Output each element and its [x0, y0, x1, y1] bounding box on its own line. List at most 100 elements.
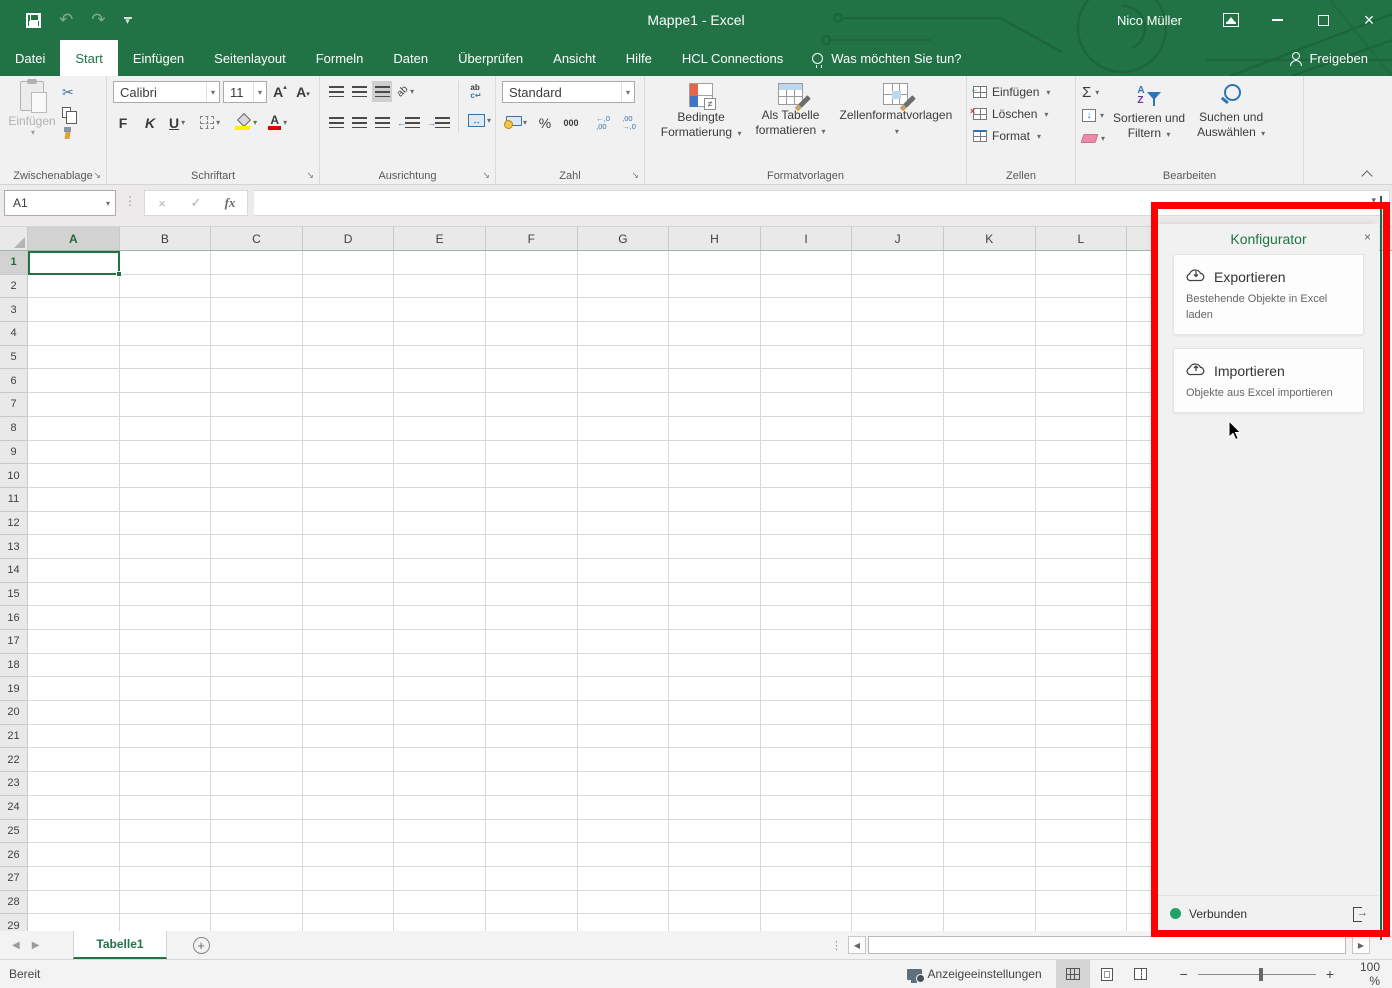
grid-cell-I27[interactable]: [761, 867, 853, 891]
grid-cell-I25[interactable]: [761, 820, 853, 844]
grid-cell-E13[interactable]: [394, 535, 486, 559]
grid-cell-B19[interactable]: [120, 677, 212, 701]
row-header-7[interactable]: 7: [0, 393, 28, 417]
grid-cell-H2[interactable]: [669, 275, 761, 299]
row-header-25[interactable]: 25: [0, 820, 28, 844]
grid-cell-D23[interactable]: [303, 772, 395, 796]
dialog-launcher-icon[interactable]: ↘: [482, 170, 490, 181]
grid-cell-H23[interactable]: [669, 772, 761, 796]
grid-cell-A13[interactable]: [28, 535, 120, 559]
borders-button[interactable]: ▾: [198, 112, 222, 133]
grid-cell-D22[interactable]: [303, 748, 395, 772]
zoom-out-button[interactable]: −: [1180, 966, 1188, 982]
row-header-20[interactable]: 20: [0, 701, 28, 725]
grid-cell-C9[interactable]: [211, 441, 303, 465]
share-button[interactable]: Freigeben: [1289, 40, 1392, 76]
row-header-16[interactable]: 16: [0, 606, 28, 630]
grid-cell-A10[interactable]: [28, 464, 120, 488]
scroll-left-button[interactable]: ◀: [848, 936, 866, 954]
grid-cell-E7[interactable]: [394, 393, 486, 417]
grid-cell-A29[interactable]: [28, 914, 120, 931]
grid-cell-I7[interactable]: [761, 393, 853, 417]
grid-cell-E25[interactable]: [394, 820, 486, 844]
grid-cell-I4[interactable]: [761, 322, 853, 346]
grid-cell-L27[interactable]: [1036, 867, 1128, 891]
grid-cell-A14[interactable]: [28, 559, 120, 583]
tell-me-search[interactable]: Was möchten Sie tun?: [812, 40, 961, 76]
grid-cell-F17[interactable]: [486, 630, 578, 654]
grid-cell-B3[interactable]: [120, 298, 212, 322]
column-header-C[interactable]: C: [211, 227, 303, 250]
zoom-in-button[interactable]: +: [1326, 966, 1334, 982]
grid-cell-H12[interactable]: [669, 512, 761, 536]
grid-cell-J7[interactable]: [852, 393, 944, 417]
grid-cell-G17[interactable]: [578, 630, 670, 654]
grid-cell-G25[interactable]: [578, 820, 670, 844]
grid-cell-K16[interactable]: [944, 606, 1036, 630]
grid-cell-G8[interactable]: [578, 417, 670, 441]
grid-cell-E4[interactable]: [394, 322, 486, 346]
grid-cell-F12[interactable]: [486, 512, 578, 536]
grid-cell-J24[interactable]: [852, 796, 944, 820]
grid-cell-L22[interactable]: [1036, 748, 1128, 772]
grid-cell-G9[interactable]: [578, 441, 670, 465]
grid-cell-D8[interactable]: [303, 417, 395, 441]
row-header-29[interactable]: 29: [0, 914, 28, 931]
grid-cell-H6[interactable]: [669, 369, 761, 393]
grid-cell-I28[interactable]: [761, 891, 853, 915]
grid-cell-D20[interactable]: [303, 701, 395, 725]
grid-cell-D19[interactable]: [303, 677, 395, 701]
grid-cell-H25[interactable]: [669, 820, 761, 844]
tab-daten[interactable]: Daten: [378, 40, 443, 76]
grid-cell-B11[interactable]: [120, 488, 212, 512]
grid-cell-L16[interactable]: [1036, 606, 1128, 630]
grid-cell-H16[interactable]: [669, 606, 761, 630]
grid-cell-G22[interactable]: [578, 748, 670, 772]
increase-indent-button[interactable]: →: [425, 112, 452, 133]
grid-cell-F29[interactable]: [486, 914, 578, 931]
grid-cell-I8[interactable]: [761, 417, 853, 441]
grid-cell-D11[interactable]: [303, 488, 395, 512]
grid-cell-F16[interactable]: [486, 606, 578, 630]
font-family-select[interactable]: Calibri ▾: [113, 81, 220, 103]
row-header-23[interactable]: 23: [0, 772, 28, 796]
column-header-L[interactable]: L: [1036, 227, 1128, 250]
insert-cells-button[interactable]: ← Einfügen▾: [973, 81, 1071, 103]
grid-cell-H13[interactable]: [669, 535, 761, 559]
close-button[interactable]: ×: [1346, 0, 1392, 40]
grid-cell-F5[interactable]: [486, 346, 578, 370]
grid-cell-E20[interactable]: [394, 701, 486, 725]
align-top-button[interactable]: [326, 81, 346, 102]
comma-style-button[interactable]: 000: [561, 112, 581, 133]
grid-cell-F25[interactable]: [486, 820, 578, 844]
grid-cell-A12[interactable]: [28, 512, 120, 536]
grid-cell-E18[interactable]: [394, 654, 486, 678]
align-middle-button[interactable]: [349, 81, 369, 102]
grid-cell-I29[interactable]: [761, 914, 853, 931]
grid-cell-G19[interactable]: [578, 677, 670, 701]
grid-cell-B6[interactable]: [120, 369, 212, 393]
grid-cell-D4[interactable]: [303, 322, 395, 346]
row-header-6[interactable]: 6: [0, 369, 28, 393]
grid-cell-K22[interactable]: [944, 748, 1036, 772]
grid-cell-G10[interactable]: [578, 464, 670, 488]
grid-cell-E3[interactable]: [394, 298, 486, 322]
grid-cell-L11[interactable]: [1036, 488, 1128, 512]
grid-cell-H4[interactable]: [669, 322, 761, 346]
grid-cell-L24[interactable]: [1036, 796, 1128, 820]
tab-einf-gen[interactable]: Einfügen: [118, 40, 199, 76]
row-header-3[interactable]: 3: [0, 298, 28, 322]
grid-cell-K18[interactable]: [944, 654, 1036, 678]
grid-cell-C21[interactable]: [211, 725, 303, 749]
grid-cell-E11[interactable]: [394, 488, 486, 512]
sheet-tab-tabelle1[interactable]: Tabelle1: [73, 931, 166, 959]
grid-cell-K29[interactable]: [944, 914, 1036, 931]
grid-cell-E22[interactable]: [394, 748, 486, 772]
row-header-27[interactable]: 27: [0, 867, 28, 891]
grid-cell-K11[interactable]: [944, 488, 1036, 512]
row-header-11[interactable]: 11: [0, 488, 28, 512]
grid-cell-K17[interactable]: [944, 630, 1036, 654]
grid-cell-C17[interactable]: [211, 630, 303, 654]
grid-cell-A9[interactable]: [28, 441, 120, 465]
grid-cell-D14[interactable]: [303, 559, 395, 583]
